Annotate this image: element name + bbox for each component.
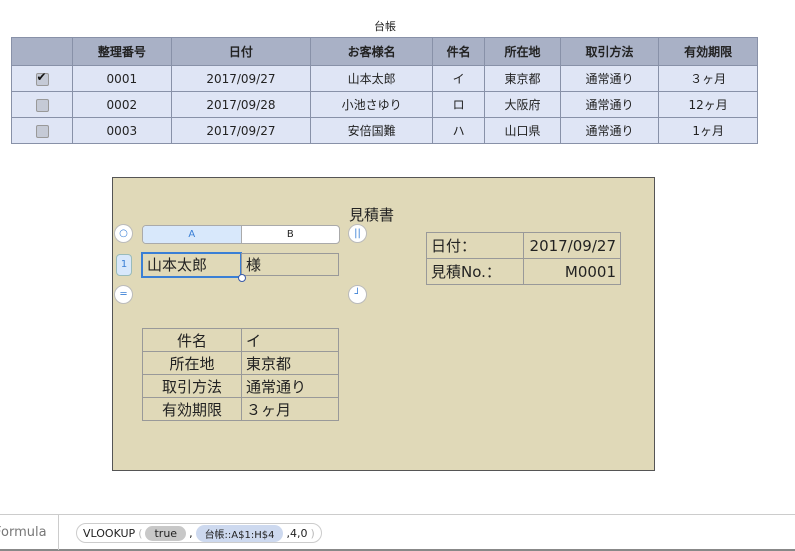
paren: ( <box>138 526 143 540</box>
info-label: 件名 <box>142 328 242 352</box>
table-cell[interactable]: 山本太郎 <box>310 65 434 92</box>
checkbox-cell[interactable] <box>11 91 73 118</box>
formula-expression[interactable]: VLOOKUP ( true, 台帳::A$1:H$4 ,4,0 ) <box>76 523 322 543</box>
table-cell[interactable]: 通常通り <box>559 91 660 118</box>
info-value[interactable]: 東京都 <box>241 351 339 375</box>
date-table[interactable]: 日付： 2017/09/27 見積No.： M0001 <box>426 232 621 285</box>
table-cell[interactable]: 1ヶ月 <box>658 117 758 144</box>
info-label: 取引方法 <box>142 374 242 398</box>
customer-name-cell[interactable]: 山本太郎 <box>141 252 242 278</box>
formula-label: Formula <box>0 525 47 540</box>
table-cell[interactable]: ロ <box>432 91 486 118</box>
checkbox[interactable] <box>35 124 49 138</box>
sheet-title: 台帳 <box>374 20 396 33</box>
column-header-bar[interactable]: A B <box>142 225 340 244</box>
column-b-header[interactable]: B <box>242 226 340 243</box>
table-cell[interactable]: ハ <box>432 117 486 144</box>
table-cell[interactable]: 12ヶ月 <box>658 91 758 118</box>
info-table[interactable]: 件名イ所在地 東京都 取引方法 通常通り 有効期限 ３ヶ月 <box>142 328 339 421</box>
table-row[interactable]: 0002 2017/09/28 小池さゆりロ大阪府 通常通り 12ヶ月 <box>11 91 758 118</box>
info-row: 件名イ <box>142 328 339 352</box>
header-cell[interactable]: 所在地 <box>484 37 561 66</box>
info-value[interactable]: 通常通り <box>241 374 339 398</box>
formula-rest: ,4,0 <box>286 526 308 540</box>
ledger-table[interactable]: 整理番号 日付 お客様名 件名 所在地 取引方法 有効期限 00012017/0… <box>11 37 758 144</box>
column-a-header[interactable]: A <box>143 226 242 243</box>
resize-handle-icon[interactable]: ┘ <box>348 285 367 304</box>
range-reference-token[interactable]: 台帳::A$1:H$4 <box>195 524 284 542</box>
estimate-no-value[interactable]: M0001 <box>523 258 621 285</box>
argument-token[interactable]: true <box>145 525 187 541</box>
estimate-panel: 見積書 A B ○ || ═ ┘ 1 山本太郎 様 日付： 2017/09/27 … <box>112 177 655 471</box>
info-label: 所在地 <box>142 351 242 375</box>
header-row: 整理番号 日付 お客様名 件名 所在地 取引方法 有効期限 <box>11 37 758 66</box>
info-label: 有効期限 <box>142 397 242 421</box>
info-row: 取引方法 通常通り <box>142 374 339 398</box>
honorific-cell[interactable]: 様 <box>241 253 339 276</box>
table-cell[interactable]: 小池さゆり <box>310 91 434 118</box>
formula-bar[interactable]: Formula VLOOKUP ( true, 台帳::A$1:H$4 ,4,0… <box>0 514 795 551</box>
table-row[interactable]: 0003 2017/09/27 安倍国難ハ山口県 通常通り 1ヶ月 <box>11 117 758 144</box>
table-cell[interactable]: 0002 <box>72 91 172 118</box>
header-cell[interactable] <box>11 37 73 66</box>
table-cell[interactable]: 0001 <box>72 65 172 92</box>
header-cell[interactable]: 件名 <box>432 37 486 66</box>
table-cell[interactable]: 2017/09/28 <box>170 91 312 118</box>
add-row-handle-icon[interactable]: ═ <box>114 285 133 304</box>
info-value[interactable]: イ <box>241 328 339 352</box>
table-cell[interactable]: 通常通り <box>559 65 660 92</box>
table-cell[interactable]: 大阪府 <box>484 91 561 118</box>
header-cell[interactable]: お客様名 <box>310 37 434 66</box>
row-1-header[interactable]: 1 <box>116 254 132 276</box>
info-row: 有効期限 ３ヶ月 <box>142 397 339 421</box>
function-name[interactable]: VLOOKUP <box>83 527 135 540</box>
table-cell[interactable]: 0003 <box>72 117 172 144</box>
divider <box>58 515 59 550</box>
header-cell[interactable]: 取引方法 <box>559 37 660 66</box>
estimate-no-label: 見積No.： <box>426 258 524 285</box>
fill-handle-icon[interactable] <box>238 274 246 282</box>
paren: ) <box>310 526 315 540</box>
header-cell[interactable]: 有効期限 <box>658 37 758 66</box>
info-value[interactable]: ３ヶ月 <box>241 397 339 421</box>
add-column-handle-icon[interactable]: || <box>348 224 367 243</box>
table-cell[interactable]: 通常通り <box>559 117 660 144</box>
date-value[interactable]: 2017/09/27 <box>523 232 621 259</box>
header-cell[interactable]: 日付 <box>170 37 312 66</box>
table-select-handle-icon[interactable]: ○ <box>114 224 133 243</box>
date-label: 日付： <box>426 232 524 259</box>
checkbox[interactable] <box>35 98 49 112</box>
table-row[interactable]: 00012017/09/27山本太郎イ東京都通常通り３ヶ月 <box>11 65 758 92</box>
info-row: 所在地 東京都 <box>142 351 339 375</box>
header-cell[interactable]: 整理番号 <box>72 37 172 66</box>
table-cell[interactable]: イ <box>432 65 486 92</box>
checkbox-cell[interactable] <box>11 65 73 92</box>
table-cell[interactable]: 安倍国難 <box>310 117 434 144</box>
checkbox-cell[interactable] <box>11 117 73 144</box>
table-cell[interactable]: 2017/09/27 <box>170 117 312 144</box>
table-cell[interactable]: 2017/09/27 <box>170 65 312 92</box>
estimate-title: 見積書 <box>349 206 395 224</box>
table-cell[interactable]: 東京都 <box>484 65 561 92</box>
checkbox[interactable] <box>35 70 49 86</box>
table-cell[interactable]: 山口県 <box>484 117 561 144</box>
table-cell[interactable]: ３ヶ月 <box>658 65 758 92</box>
